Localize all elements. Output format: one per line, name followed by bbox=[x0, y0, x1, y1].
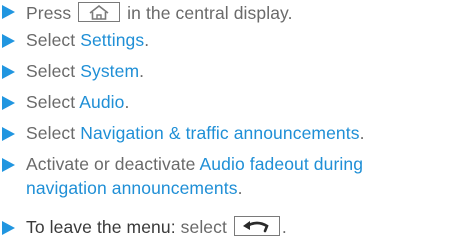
back-icon bbox=[233, 216, 280, 237]
step-suffix: . bbox=[139, 61, 145, 81]
bullet-arrow-icon bbox=[2, 5, 15, 19]
step-text: Press in the central display. bbox=[26, 2, 293, 24]
bullet-arrow-icon bbox=[2, 158, 15, 172]
menu-item-system: System bbox=[80, 61, 140, 81]
step-text: Select Audio. bbox=[26, 91, 129, 113]
menu-item-settings: Settings bbox=[80, 30, 145, 50]
menu-item-audio: Audio bbox=[79, 92, 125, 112]
step-prefix: select bbox=[175, 217, 232, 237]
step-prefix: Activate or deactivate bbox=[26, 154, 200, 174]
step-suffix: . bbox=[124, 92, 130, 112]
step-text: Select Settings. bbox=[26, 29, 149, 51]
bullet-arrow-icon bbox=[2, 34, 15, 48]
step-suffix: in the central display. bbox=[122, 3, 293, 23]
step-prefix: Select bbox=[26, 30, 81, 50]
step-suffix: . bbox=[144, 30, 150, 50]
step-text: Select Navigation & traffic announcement… bbox=[26, 122, 365, 144]
step-prefix: Select bbox=[26, 92, 80, 112]
step-prefix: Select bbox=[26, 123, 81, 143]
step-text: Select System. bbox=[26, 60, 144, 82]
step-suffix: . bbox=[359, 123, 365, 143]
step-text: To leave the menu: select . bbox=[26, 216, 287, 238]
step-suffix: . bbox=[281, 217, 287, 237]
leave-menu-label: To leave the menu: bbox=[26, 217, 176, 237]
step-suffix: . bbox=[237, 178, 243, 198]
bullet-arrow-icon bbox=[2, 127, 15, 141]
step-prefix: Select bbox=[26, 61, 81, 81]
menu-item-navigation-traffic-announcements: Navigation & traffic announcements bbox=[80, 123, 360, 143]
bullet-arrow-icon bbox=[2, 221, 15, 235]
step-text-line-1: Activate or deactivate Audio fadeout dur… bbox=[26, 153, 363, 175]
bullet-arrow-icon bbox=[2, 65, 15, 79]
instruction-steps: Press in the central display. Select Set… bbox=[0, 0, 462, 248]
step-prefix: Press bbox=[26, 3, 77, 23]
option-audio-fadeout-line-2: navigation announcements bbox=[26, 178, 238, 198]
home-icon bbox=[78, 2, 121, 23]
option-audio-fadeout-line-1: Audio fadeout during bbox=[199, 154, 364, 174]
bullet-arrow-icon bbox=[2, 96, 15, 110]
step-text-line-2: navigation announcements. bbox=[26, 177, 243, 199]
